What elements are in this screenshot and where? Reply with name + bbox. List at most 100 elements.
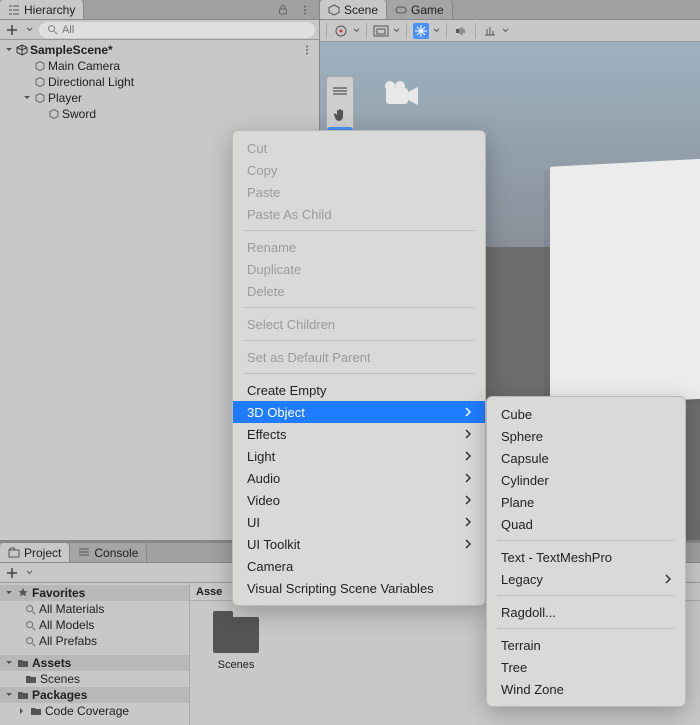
submenu-arrow-icon bbox=[465, 517, 471, 527]
ctx-ui-toolkit[interactable]: UI Toolkit bbox=[233, 533, 485, 555]
assets-header[interactable]: Assets bbox=[0, 655, 189, 671]
ctx-delete[interactable]: Delete bbox=[233, 280, 485, 302]
ctx-paste-child[interactable]: Paste As Child bbox=[233, 203, 485, 225]
ctx-3d-object[interactable]: 3D Object bbox=[233, 401, 485, 423]
ctx-copy[interactable]: Copy bbox=[233, 159, 485, 181]
gizmos-toggle[interactable] bbox=[482, 23, 498, 39]
game-tab-label: Game bbox=[411, 3, 444, 17]
gameobject-icon bbox=[34, 60, 46, 72]
submenu-arrow-icon bbox=[665, 574, 671, 584]
hierarchy-menu-icon[interactable] bbox=[297, 2, 313, 18]
scene-root-row[interactable]: SampleScene* bbox=[0, 42, 319, 58]
context-submenu-3d: Cube Sphere Capsule Cylinder Plane Quad … bbox=[486, 396, 686, 707]
asset-folder-tile[interactable]: Scenes bbox=[206, 617, 266, 671]
favorite-item[interactable]: All Materials bbox=[0, 601, 189, 617]
ctx-cylinder[interactable]: Cylinder bbox=[487, 469, 685, 491]
ctx-rename[interactable]: Rename bbox=[233, 236, 485, 258]
caret-icon[interactable] bbox=[502, 27, 509, 34]
scene-tab-label: Scene bbox=[344, 3, 378, 17]
ctx-ui[interactable]: UI bbox=[233, 511, 485, 533]
gameobject-icon bbox=[34, 92, 46, 104]
ctx-effects[interactable]: Effects bbox=[233, 423, 485, 445]
scene-object-cube bbox=[550, 157, 700, 406]
ctx-vsv[interactable]: Visual Scripting Scene Variables bbox=[233, 577, 485, 599]
caret-icon[interactable] bbox=[393, 27, 400, 34]
hierarchy-search-input[interactable] bbox=[62, 24, 307, 36]
favorite-item[interactable]: All Prefabs bbox=[0, 633, 189, 649]
hierarchy-item-label: Player bbox=[48, 91, 82, 105]
ctx-cut[interactable]: Cut bbox=[233, 137, 485, 159]
caret-icon[interactable] bbox=[433, 27, 440, 34]
packages-header[interactable]: Packages bbox=[0, 687, 189, 703]
favorite-label: All Prefabs bbox=[39, 634, 97, 648]
hierarchy-item[interactable]: Sword bbox=[0, 106, 319, 122]
expand-caret-icon[interactable] bbox=[22, 93, 32, 103]
hierarchy-lock-icon[interactable] bbox=[275, 2, 291, 18]
ctx-light[interactable]: Light bbox=[233, 445, 485, 467]
submenu-arrow-icon bbox=[465, 539, 471, 549]
submenu-arrow-icon bbox=[465, 429, 471, 439]
draw-mode-button[interactable] bbox=[333, 23, 349, 39]
folder-icon bbox=[17, 689, 29, 701]
ctx-terrain[interactable]: Terrain bbox=[487, 634, 685, 656]
ctx-plane[interactable]: Plane bbox=[487, 491, 685, 513]
favorites-header[interactable]: Favorites bbox=[0, 585, 189, 601]
ctx-select-children[interactable]: Select Children bbox=[233, 313, 485, 335]
ctx-capsule[interactable]: Capsule bbox=[487, 447, 685, 469]
hierarchy-add-button[interactable] bbox=[4, 22, 20, 38]
hierarchy-item-label: Directional Light bbox=[48, 75, 134, 89]
game-tab[interactable]: Game bbox=[387, 0, 453, 19]
unity-logo-icon bbox=[16, 44, 28, 56]
scene-tab[interactable]: Scene bbox=[320, 0, 387, 19]
folder-icon bbox=[30, 705, 42, 717]
ctx-sphere[interactable]: Sphere bbox=[487, 425, 685, 447]
submenu-arrow-icon bbox=[465, 473, 471, 483]
caret-icon[interactable] bbox=[26, 569, 33, 576]
ctx-duplicate[interactable]: Duplicate bbox=[233, 258, 485, 280]
ctx-paste[interactable]: Paste bbox=[233, 181, 485, 203]
hierarchy-item-label: Sword bbox=[62, 107, 96, 121]
ctx-create-empty[interactable]: Create Empty bbox=[233, 379, 485, 401]
view-tool[interactable] bbox=[327, 79, 353, 103]
ctx-audio[interactable]: Audio bbox=[233, 467, 485, 489]
favorite-item[interactable]: All Models bbox=[0, 617, 189, 633]
ctx-camera[interactable]: Camera bbox=[233, 555, 485, 577]
packages-child-label: Code Coverage bbox=[45, 704, 129, 718]
submenu-arrow-icon bbox=[465, 451, 471, 461]
scene-icon bbox=[328, 4, 340, 16]
assets-child[interactable]: Scenes bbox=[0, 671, 189, 687]
lighting-toggle[interactable] bbox=[413, 23, 429, 39]
hierarchy-item[interactable]: Main Camera bbox=[0, 58, 319, 74]
ctx-video[interactable]: Video bbox=[233, 489, 485, 511]
hierarchy-search[interactable] bbox=[39, 22, 315, 38]
console-tab-label: Console bbox=[94, 546, 138, 560]
ctx-windzone[interactable]: Wind Zone bbox=[487, 678, 685, 700]
ctx-legacy[interactable]: Legacy bbox=[487, 568, 685, 590]
hierarchy-item[interactable]: Player bbox=[0, 90, 319, 106]
submenu-arrow-icon bbox=[465, 495, 471, 505]
add-caret-icon[interactable] bbox=[26, 26, 33, 33]
favorites-label: Favorites bbox=[32, 586, 85, 600]
packages-child[interactable]: Code Coverage bbox=[0, 703, 189, 719]
caret-icon[interactable] bbox=[353, 27, 360, 34]
ctx-tmp-text[interactable]: Text - TextMeshPro bbox=[487, 546, 685, 568]
ctx-cube[interactable]: Cube bbox=[487, 403, 685, 425]
audio-toggle[interactable] bbox=[453, 23, 469, 39]
project-tab[interactable]: Project bbox=[0, 543, 70, 562]
console-tab[interactable]: Console bbox=[70, 543, 147, 562]
search-icon bbox=[25, 604, 36, 615]
2d-toggle[interactable] bbox=[373, 23, 389, 39]
hierarchy-tab[interactable]: Hierarchy bbox=[0, 0, 84, 19]
expand-caret-icon[interactable] bbox=[4, 45, 14, 55]
game-icon bbox=[395, 4, 407, 16]
hierarchy-item[interactable]: Directional Light bbox=[0, 74, 319, 90]
folder-icon bbox=[17, 657, 29, 669]
ctx-default-parent[interactable]: Set as Default Parent bbox=[233, 346, 485, 368]
ctx-ragdoll[interactable]: Ragdoll... bbox=[487, 601, 685, 623]
ctx-quad[interactable]: Quad bbox=[487, 513, 685, 535]
project-add-button[interactable] bbox=[4, 565, 20, 581]
hand-tool[interactable] bbox=[327, 103, 353, 127]
breadcrumb-text: Asse bbox=[196, 586, 222, 598]
scene-menu-icon[interactable] bbox=[299, 42, 315, 58]
ctx-tree[interactable]: Tree bbox=[487, 656, 685, 678]
